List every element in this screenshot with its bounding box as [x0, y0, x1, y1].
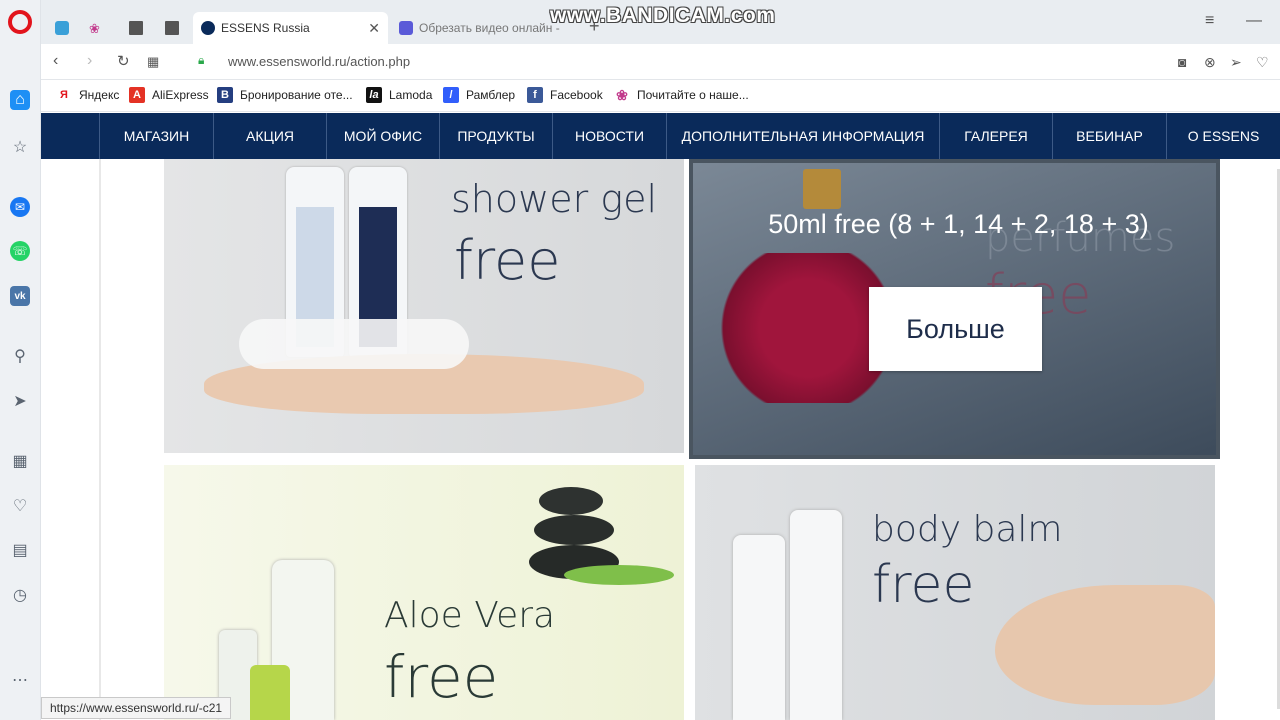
tab-doc-1[interactable] [121, 12, 157, 44]
nav-my-office[interactable]: МОЙ ОФИС [326, 113, 439, 159]
tile-title: shower gel [451, 177, 658, 221]
extensions-icon[interactable]: ▦ [10, 451, 30, 471]
tile-subtitle: free [454, 229, 561, 292]
bookmark-label: AliExpress [152, 88, 209, 102]
nav-shop[interactable]: МАГАЗИН [99, 113, 213, 159]
promo-overlay-text: 50ml free (8 + 1, 14 + 2, 18 + 3) [768, 209, 1149, 239]
bookmark-facebook[interactable]: f Facebook [527, 87, 603, 103]
back-icon[interactable]: ‹ [53, 52, 58, 70]
promo-tile-body-balm[interactable]: body balm free [695, 465, 1215, 720]
foam-image [239, 319, 469, 369]
nav-products[interactable]: ПРОДУКТЫ [439, 113, 552, 159]
bookmark-heart-icon[interactable]: ♡ [1256, 54, 1269, 71]
site-nav: МАГАЗИН АКЦИЯ МОЙ ОФИС ПРОДУКТЫ НОВОСТИ … [41, 113, 1280, 159]
url-field[interactable]: www.essensworld.ru/action.php [228, 54, 410, 69]
promo-tile-perfumes[interactable]: perfumes free 50ml free (8 + 1, 14 + 2, … [689, 159, 1220, 459]
status-url-tooltip: https://www.essensworld.ru/-c21 [41, 697, 232, 719]
vk-icon[interactable]: vk [10, 286, 30, 306]
bookmark-label: Почитайте о наше... [637, 88, 749, 102]
reload-icon[interactable]: ↻ [117, 52, 130, 70]
nav-more-info[interactable]: ДОПОЛНИТЕЛЬНАЯ ИНФОРМАЦИЯ [666, 113, 939, 159]
bookmark-label: Рамблер [466, 88, 516, 102]
nav-about[interactable]: О ESSENS [1166, 113, 1280, 159]
tab-menu-icon[interactable]: ≡ [1205, 12, 1214, 30]
tile-subtitle: free [384, 643, 499, 711]
close-tab-icon[interactable]: ✕ [368, 20, 380, 37]
send-page-icon[interactable]: ➢ [1230, 54, 1242, 71]
nav-promo[interactable]: АКЦИЯ [213, 113, 326, 159]
history-icon[interactable]: ◷ [10, 585, 30, 605]
speed-dial-icon[interactable]: ▦ [147, 54, 159, 70]
tab-label: ESSENS Russia [221, 21, 310, 35]
promo-tile-aloe-vera[interactable]: Aloe Vera free [164, 465, 684, 720]
flower-tab-icon: ❀ [89, 21, 100, 36]
more-button[interactable]: Больше [869, 287, 1042, 371]
content-divider [99, 159, 101, 720]
pinned-tab-icon [55, 21, 69, 35]
perfume-cap [803, 169, 841, 209]
balm-bottle [790, 510, 842, 720]
essens-favicon [201, 21, 215, 35]
send-icon[interactable]: ➤ [10, 391, 30, 411]
tab-essens[interactable]: ESSENS Russia ✕ [193, 12, 388, 44]
promo-tile-shower-gel[interactable]: shower gel free [164, 159, 684, 453]
document-tab-icon [165, 21, 179, 35]
tile-subtitle: free [872, 555, 975, 615]
page-content: shower gel free perfumes free 50ml free … [41, 159, 1280, 720]
tab-flower[interactable]: ❀ [81, 12, 117, 44]
adblock-icon[interactable]: ⊗ [1204, 54, 1216, 71]
rambler-icon: / [443, 87, 459, 103]
facebook-icon: f [527, 87, 543, 103]
news-icon[interactable]: ▤ [10, 540, 30, 560]
bookmark-aliexpress[interactable]: A AliExpress [129, 87, 209, 103]
opera-menu-icon[interactable] [8, 10, 32, 34]
stone-image [534, 515, 614, 545]
aloe-gel-jar [250, 665, 290, 720]
video-favicon [399, 21, 413, 35]
whatsapp-icon[interactable]: ☏ [10, 241, 30, 261]
bookmark-essens[interactable]: ❀ Почитайте о наше... [614, 87, 749, 103]
home-icon[interactable]: ⌂ [10, 90, 30, 110]
flower-icon: ❀ [616, 86, 628, 103]
tab-label: Обрезать видео онлайн - [419, 21, 560, 35]
nav-news[interactable]: НОВОСТИ [552, 113, 666, 159]
star-icon[interactable]: ☆ [10, 137, 30, 157]
camera-icon[interactable]: ◙ [1178, 54, 1186, 70]
lamoda-icon: la [366, 87, 382, 103]
messenger-icon[interactable]: ✉ [10, 197, 30, 217]
opera-sidebar: ⌂ ☆ ✉ ☏ vk ⚲ ➤ ▦ ♡ ▤ ◷ ⋯ [0, 0, 41, 720]
address-bar: ‹ › ↻ ▦ 🔒︎ www.essensworld.ru/action.php… [41, 44, 1280, 80]
bookmark-yandex[interactable]: Я Яндекс [56, 87, 119, 103]
more-icon[interactable]: ⋯ [10, 670, 30, 690]
nav-webinar[interactable]: ВЕБИНАР [1052, 113, 1166, 159]
bookmark-rambler[interactable]: / Рамблер [443, 87, 515, 103]
hand-image [995, 585, 1215, 705]
bookmarks-bar: Я Яндекс A AliExpress B Бронирование оте...… [41, 80, 1280, 112]
yandex-icon: Я [60, 89, 68, 101]
bookmark-label: Facebook [550, 88, 603, 102]
bookmark-label: Lamoda [389, 88, 433, 102]
aliexpress-icon: A [129, 87, 145, 103]
balm-bottle [733, 535, 785, 720]
lock-icon: 🔒︎ [198, 53, 205, 67]
bookmark-booking[interactable]: B Бронирование оте... [217, 87, 353, 103]
tab-pinned[interactable] [47, 12, 83, 44]
minimize-icon[interactable]: — [1246, 12, 1262, 30]
nav-gallery[interactable]: ГАЛЕРЕЯ [939, 113, 1052, 159]
tile-title: Aloe Vera [384, 595, 556, 636]
search-icon[interactable]: ⚲ [10, 346, 30, 366]
bookmark-label: Яндекс [79, 88, 120, 102]
booking-icon: B [217, 87, 233, 103]
stone-image [539, 487, 603, 515]
bookmark-lamoda[interactable]: la Lamoda [366, 87, 432, 103]
bandicam-watermark: www.BANDICAM.com [550, 4, 776, 27]
heart-icon[interactable]: ♡ [10, 496, 30, 516]
tile-title: body balm [872, 509, 1063, 550]
forward-icon[interactable]: › [87, 52, 92, 70]
tab-doc-2[interactable] [157, 12, 193, 44]
document-tab-icon [129, 21, 143, 35]
bookmark-label: Бронирование оте... [240, 88, 353, 102]
aloe-leaf-image [564, 565, 674, 585]
